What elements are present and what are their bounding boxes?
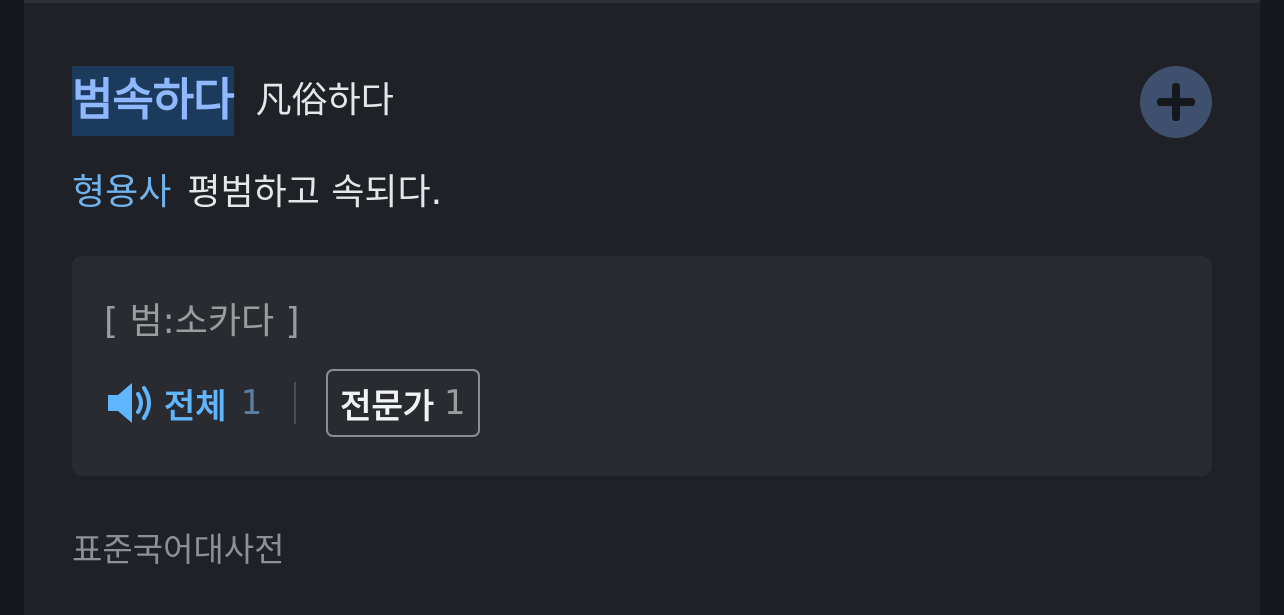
pronunciation-panel: [ 범:소카다 ] 전체 1 전문가 1 xyxy=(72,256,1212,476)
expert-label: 전문가 xyxy=(340,386,435,427)
audio-row: 전체 1 전문가 1 xyxy=(106,368,480,438)
plus-icon xyxy=(1157,83,1195,121)
expert-count: 1 xyxy=(444,383,466,423)
definition-text: 평범하고 속되다. xyxy=(187,172,443,213)
part-of-speech: 형용사 xyxy=(72,172,172,213)
expert-pronunciation-button[interactable]: 전문가 1 xyxy=(326,369,480,437)
entry-header: 범속하다 凡俗하다 xyxy=(72,65,394,137)
source-dictionary: 표준국어대사전 xyxy=(72,530,285,569)
add-to-wordbook-button[interactable] xyxy=(1140,66,1212,138)
divider xyxy=(294,382,297,424)
pronunciation-text: [ 범:소카다 ] xyxy=(104,301,300,342)
all-label: 전체 xyxy=(164,386,227,427)
speaker-icon xyxy=(108,383,151,423)
hanja-form: 凡俗하다 xyxy=(255,80,394,121)
dictionary-entry-card: 범속하다 凡俗하다 형용사 평범하고 속되다. [ 범:소카다 ] 전체 1 전… xyxy=(24,0,1260,615)
all-count: 1 xyxy=(240,383,263,423)
definition-row: 형용사 평범하고 속되다. xyxy=(72,161,442,217)
play-all-button[interactable]: 전체 1 xyxy=(106,379,262,428)
headword[interactable]: 범속하다 xyxy=(72,66,235,136)
